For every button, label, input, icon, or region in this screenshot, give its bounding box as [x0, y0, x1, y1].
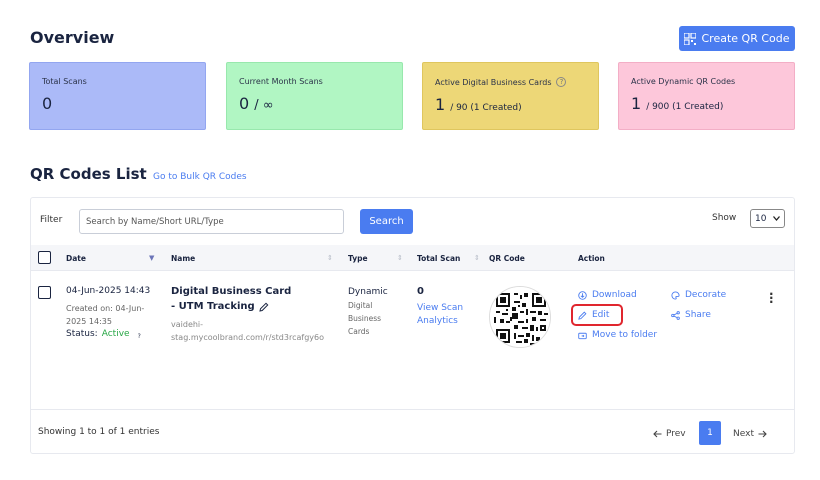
- table-header: Date ▼ Name ⇕ Type ⇕ Total Scan ⇕ QR Cod…: [31, 245, 794, 271]
- stat-label: Active Digital Business Cards: [435, 77, 552, 87]
- palette-icon: [671, 290, 680, 300]
- qr-pattern: [490, 287, 550, 347]
- chevron-down-icon: [773, 216, 780, 221]
- table-row: 04-Jun-2025 14:43 Created on: 04-Jun- 20…: [31, 272, 794, 410]
- share-label: Share: [685, 310, 711, 320]
- create-qr-code-button[interactable]: Create QR Code: [679, 26, 795, 51]
- prev-label: Prev: [666, 429, 686, 439]
- qr-icon: [684, 32, 697, 45]
- qr-codes-table-panel: Filter Search Show 10 Date ▼ Name ⇕ Type…: [30, 197, 795, 454]
- edit-label: Edit: [592, 310, 610, 320]
- stat-value: 1: [631, 94, 642, 113]
- folder-icon: [578, 332, 587, 339]
- short-url-line1[interactable]: vaidehi-: [171, 318, 324, 331]
- sort-icon[interactable]: ⇕: [327, 254, 333, 262]
- more-options-icon[interactable]: · · ·: [769, 288, 774, 308]
- stat-value: 1: [435, 95, 446, 114]
- share-icon: [671, 310, 680, 320]
- qr-name-line2[interactable]: - UTM Tracking: [171, 299, 255, 314]
- pencil-icon: [578, 311, 587, 320]
- column-name[interactable]: Name: [171, 254, 195, 263]
- show-label: Show: [712, 213, 737, 223]
- page-number-current[interactable]: 1: [699, 421, 721, 445]
- move-to-folder-action[interactable]: Move to folder: [578, 330, 657, 340]
- status-badge: Active: [101, 329, 130, 339]
- stat-card-active-dynamic-qr: Active Dynamic QR Codes 1 / 900 (1 Create…: [618, 62, 795, 130]
- bulk-qr-codes-link[interactable]: Go to Bulk QR Codes: [153, 172, 247, 182]
- qr-name-line1[interactable]: Digital Business Card: [171, 284, 324, 299]
- view-scan-analytics-link[interactable]: Analytics: [417, 315, 463, 328]
- stat-card-current-month-scans: Current Month Scans 0 / ∞: [226, 62, 403, 130]
- row-date: 04-Jun-2025 14:43: [66, 286, 151, 296]
- search-button[interactable]: Search: [360, 209, 413, 234]
- download-icon: [578, 290, 587, 300]
- stat-card-active-business-cards: Active Digital Business Cards? 1 / 90 (1 …: [422, 62, 599, 130]
- edit-action[interactable]: Edit: [578, 310, 609, 320]
- pencil-icon[interactable]: [259, 302, 269, 312]
- arrow-right-icon: [758, 430, 767, 438]
- stat-sub: / 90 (1 Created): [450, 103, 522, 113]
- stat-label: Active Dynamic QR Codes: [631, 77, 736, 86]
- arrow-left-icon: [653, 430, 662, 438]
- download-label: Download: [592, 290, 637, 300]
- select-all-checkbox[interactable]: [38, 251, 51, 264]
- entries-per-page-value: 10: [755, 213, 767, 224]
- create-qr-code-label: Create QR Code: [701, 32, 790, 45]
- sort-icon[interactable]: ⇕: [474, 254, 480, 262]
- stat-label: Total Scans: [42, 77, 87, 86]
- decorate-label: Decorate: [685, 290, 727, 300]
- next-page-button[interactable]: Next: [733, 429, 767, 439]
- type-sub: Cards: [348, 327, 370, 336]
- status-label: Status:: [66, 329, 98, 339]
- stat-value: 0: [239, 94, 250, 113]
- qr-code-image[interactable]: [489, 286, 551, 348]
- help-icon[interactable]: ?: [556, 77, 567, 87]
- column-date[interactable]: Date: [66, 254, 86, 263]
- next-label: Next: [733, 429, 754, 439]
- column-total-scan[interactable]: Total Scan: [417, 254, 460, 263]
- type-main: Dynamic: [348, 287, 388, 297]
- share-action[interactable]: Share: [671, 310, 711, 320]
- sort-icon[interactable]: ⇕: [397, 254, 403, 262]
- column-qr-code: QR Code: [489, 254, 525, 263]
- sort-desc-icon[interactable]: ▼: [149, 254, 154, 262]
- filter-label: Filter: [40, 215, 63, 225]
- prev-page-button[interactable]: Prev: [653, 429, 686, 439]
- stat-label: Current Month Scans: [239, 77, 323, 86]
- qr-list-title: QR Codes List: [30, 165, 147, 183]
- stat-value: 0: [42, 94, 53, 113]
- entries-summary: Showing 1 to 1 of 1 entries: [38, 427, 160, 437]
- stat-sub: / 900 (1 Created): [646, 102, 724, 112]
- decorate-action[interactable]: Decorate: [671, 290, 726, 300]
- type-sub: Digital: [348, 301, 373, 310]
- short-url-line2[interactable]: stag.mycoolbrand.com/r/std3rcafgy6o: [171, 331, 324, 344]
- row-checkbox[interactable]: [38, 286, 51, 299]
- row-created-time: 2025 14:35: [66, 317, 112, 326]
- type-sub: Business: [348, 314, 382, 323]
- help-icon[interactable]: ?: [138, 330, 147, 340]
- stat-card-total-scans: Total Scans 0: [29, 62, 206, 130]
- search-input[interactable]: [79, 209, 344, 234]
- total-scan-value: 0: [417, 286, 424, 297]
- column-action: Action: [578, 254, 605, 263]
- download-action[interactable]: Download: [578, 290, 637, 300]
- move-to-folder-label: Move to folder: [592, 330, 658, 340]
- row-created-on: Created on: 04-Jun-: [66, 304, 145, 313]
- view-scan-analytics-link[interactable]: View Scan: [417, 302, 463, 315]
- entries-per-page-select[interactable]: 10: [750, 209, 785, 228]
- page-title: Overview: [30, 28, 115, 47]
- column-type[interactable]: Type: [348, 254, 368, 263]
- stat-sub: / ∞: [254, 98, 274, 113]
